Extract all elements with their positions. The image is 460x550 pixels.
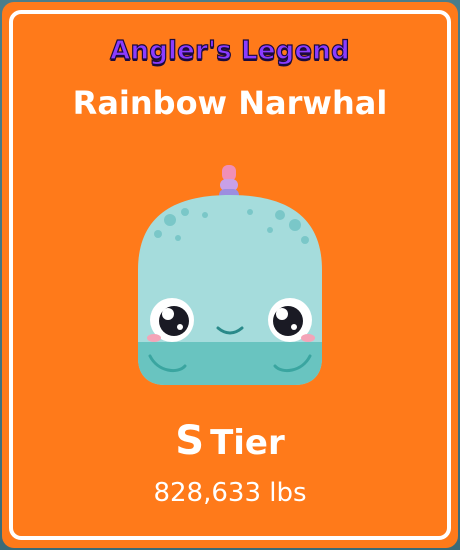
fish-weight: 828,633 lbs (153, 478, 307, 508)
rarity-title: Angler's Legend (110, 35, 351, 66)
fish-name: Rainbow Narwhal (72, 84, 388, 122)
narwhal-belly (138, 342, 322, 385)
tier-label: Tier (210, 423, 285, 463)
tier-badge: S Tier (0, 418, 460, 464)
rainbow-narwhal-icon (138, 165, 322, 385)
tier-letter: S (175, 418, 205, 464)
